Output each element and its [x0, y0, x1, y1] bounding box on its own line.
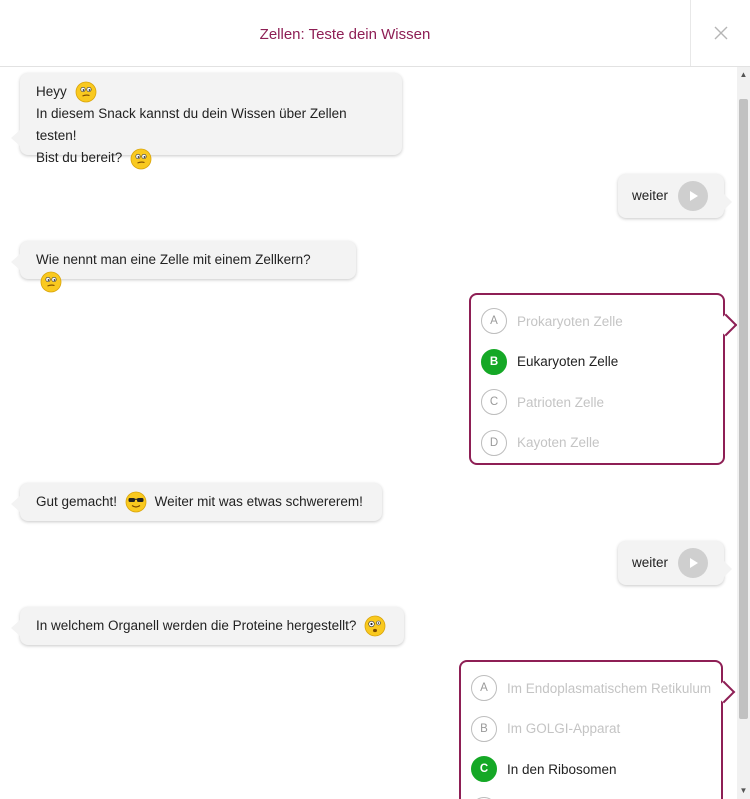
option-text: Prokaryoten Zelle — [517, 313, 623, 329]
option-text: In den Ribosomen — [507, 761, 617, 777]
chat-header: Zellen: Teste dein Wissen — [0, 0, 750, 67]
play-icon — [678, 181, 709, 211]
bot-message-feedback: Gut gemacht! Weiter mit was etwas schwer… — [11, 483, 382, 521]
thinking-emoji-icon — [40, 271, 62, 293]
scroll-up-arrow-icon[interactable]: ▲ — [737, 67, 750, 81]
answer-options-2: A Im Endoplasmatischem Retikulum B Im GO… — [459, 660, 723, 799]
question-text: In welchem Organell werden die Proteine … — [36, 618, 357, 633]
option-letter: B — [481, 348, 507, 375]
feedback-before: Gut gemacht! — [36, 494, 118, 509]
answer-option-b[interactable]: B Im GOLGI-Apparat — [471, 709, 711, 750]
confused-emoji-icon — [364, 615, 386, 637]
answer-options-1: A Prokaryoten Zelle B Eukaryoten Zelle C… — [469, 293, 725, 465]
answer-option-c[interactable]: C In den Ribosomen — [471, 749, 711, 790]
sunglasses-emoji-icon — [125, 491, 147, 513]
close-icon — [714, 26, 727, 40]
question-text: Wie nennt man eine Zelle mit einem Zellk… — [36, 252, 311, 267]
scroll-thumb[interactable] — [739, 99, 748, 719]
answer-option-a[interactable]: A Prokaryoten Zelle — [481, 301, 713, 342]
bot-message-question-1: Wie nennt man eine Zelle mit einem Zellk… — [11, 241, 356, 293]
weiter-label: weiter — [632, 188, 669, 203]
bot-message-intro: Heyy In diesem Snack kannst du dein Wiss… — [11, 73, 402, 170]
weiter-label: weiter — [632, 555, 669, 570]
intro-line-2: In diesem Snack kannst du dein Wissen üb… — [36, 106, 347, 144]
answer-option-a[interactable]: A Im Endoplasmatischem Retikulum — [471, 668, 711, 709]
thinking-emoji-icon — [130, 148, 152, 170]
scroll-down-arrow-icon[interactable]: ▼ — [737, 783, 750, 797]
option-letter: A — [481, 308, 507, 335]
close-button[interactable] — [690, 0, 750, 66]
answer-option-d[interactable]: D Kayoten Zelle — [481, 423, 713, 464]
intro-line-3: Bist du bereit? — [36, 150, 123, 166]
weiter-button[interactable]: weiter — [618, 541, 732, 585]
scrollbar[interactable]: ▲ ▼ — [737, 67, 750, 799]
option-letter: C — [481, 389, 507, 416]
chat-area[interactable]: Heyy In diesem Snack kannst du dein Wiss… — [0, 67, 737, 799]
answer-option-b[interactable]: B Eukaryoten Zelle — [481, 342, 713, 383]
answer-option-d[interactable]: D — [471, 790, 711, 799]
thinking-emoji-icon — [75, 81, 97, 103]
option-text: Patrioten Zelle — [517, 394, 605, 410]
option-letter: A — [471, 675, 497, 702]
option-letter: C — [471, 756, 497, 783]
option-letter: D — [481, 429, 507, 456]
feedback-after: Weiter mit was etwas schwererem! — [154, 494, 363, 509]
option-text: Eukaryoten Zelle — [517, 354, 619, 370]
answer-option-c[interactable]: C Patrioten Zelle — [481, 382, 713, 423]
play-icon — [678, 548, 709, 578]
page-title: Zellen: Teste dein Wissen — [259, 26, 431, 43]
weiter-button[interactable]: weiter — [618, 174, 732, 218]
intro-line-1: Heyy — [36, 84, 67, 99]
option-letter: B — [471, 715, 497, 742]
option-text: Kayoten Zelle — [517, 435, 600, 451]
option-text: Im Endoplasmatischem Retikulum — [507, 680, 712, 696]
bot-message-question-2: In welchem Organell werden die Proteine … — [11, 607, 404, 645]
option-text: Im GOLGI-Apparat — [507, 721, 621, 737]
